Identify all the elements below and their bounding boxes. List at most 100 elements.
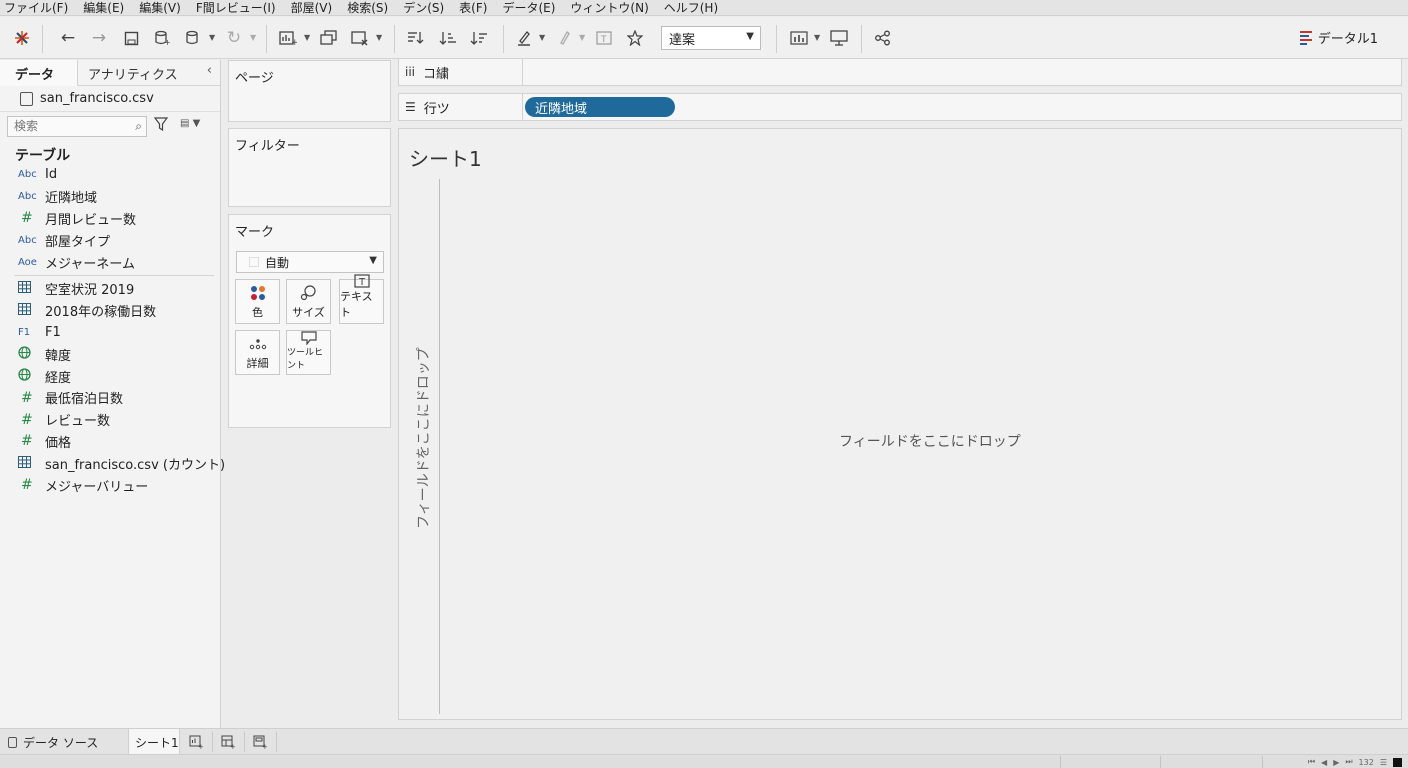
menu-review[interactable]: F間レビュー(I): [196, 1, 276, 15]
last-page-icon[interactable]: ⏭: [1345, 757, 1352, 767]
undo-icon[interactable]: ←: [57, 27, 79, 49]
tab-datasource[interactable]: データ ソース: [8, 729, 98, 755]
field-days-2018[interactable]: 2018年の稼働日数: [0, 300, 220, 322]
field-room-type[interactable]: Abc 部屋タイプ: [0, 229, 220, 251]
fix-axes-icon[interactable]: [624, 27, 646, 49]
datasource-icon: [1299, 30, 1312, 45]
svg-text:+: +: [262, 743, 267, 749]
sheet-title[interactable]: シート1: [409, 143, 482, 172]
view-options-icon[interactable]: ▤ ▼: [180, 118, 200, 129]
field-availability-2019[interactable]: 空室状況 2019: [0, 278, 220, 300]
filters-shelf[interactable]: フィルター: [228, 128, 391, 207]
chevron-down-icon[interactable]: ▼: [539, 33, 545, 42]
field-neighbourhood[interactable]: Abc 近隣地域: [0, 186, 220, 208]
field-measure-values[interactable]: # メジャーバリュー: [0, 474, 220, 496]
tooltip-button[interactable]: ツールヒント: [286, 330, 331, 375]
tab-analytics[interactable]: アナリティクス: [78, 60, 198, 86]
mark-type-dropdown[interactable]: 自動 ▼: [236, 251, 384, 273]
new-worksheet-icon[interactable]: +: [277, 27, 299, 49]
drop-field-center-text[interactable]: フィールドをここにドロップ: [839, 431, 1021, 451]
show-me-icon[interactable]: [788, 27, 810, 49]
new-datasource-icon[interactable]: +: [151, 27, 173, 49]
rows-pill[interactable]: 近隣地域: [525, 97, 675, 117]
clear-sheet-icon[interactable]: [349, 27, 371, 49]
filmstrip-icon[interactable]: [1393, 757, 1402, 767]
chevron-down-icon[interactable]: ▼: [304, 33, 310, 42]
datasource-indicator[interactable]: データル1: [1299, 28, 1378, 47]
save-icon[interactable]: [120, 27, 142, 49]
prev-page-icon[interactable]: ◀: [1321, 758, 1327, 767]
annotate-icon[interactable]: [553, 27, 575, 49]
tab-data[interactable]: データ: [0, 60, 78, 86]
sort-descending-icon[interactable]: [468, 27, 490, 49]
tableau-logo-icon[interactable]: [11, 27, 33, 49]
field-f1[interactable]: F1 F1: [0, 322, 220, 344]
first-page-icon[interactable]: ⏮: [1308, 757, 1315, 767]
sheet-list-icon[interactable]: ☰: [1380, 758, 1387, 767]
string-type-icon: Abc: [18, 234, 37, 246]
refresh-icon[interactable]: ↻: [223, 27, 245, 49]
presentation-icon[interactable]: [828, 27, 850, 49]
color-button[interactable]: 色: [235, 279, 280, 324]
menu-help[interactable]: ヘルフ(H): [664, 1, 718, 15]
chevron-down-icon[interactable]: ▼: [376, 33, 382, 42]
menu-window[interactable]: ウィントウ(N): [570, 1, 648, 15]
field-id[interactable]: Abc Id: [0, 164, 220, 186]
field-min-nights[interactable]: # 最低宿泊日数: [0, 387, 220, 409]
chevron-down-icon[interactable]: ▼: [814, 33, 820, 42]
field-price[interactable]: # 価格: [0, 431, 220, 453]
menu-data[interactable]: データ(E): [502, 1, 555, 15]
duplicate-sheet-icon[interactable]: [318, 27, 340, 49]
number-type-icon: #: [21, 411, 33, 428]
search-field[interactable]: ⌕: [7, 115, 147, 137]
worksheet-view[interactable]: シート1 フィールドをここにドロップ フィールドをここにドロップ: [398, 128, 1402, 720]
menu-edit[interactable]: 編集(E): [83, 1, 124, 15]
number-type-icon: #: [21, 389, 33, 406]
size-button[interactable]: サイズ: [286, 279, 331, 324]
filter-icon[interactable]: [153, 117, 169, 135]
new-worksheet-icon[interactable]: +: [188, 734, 204, 750]
rows-shelf[interactable]: ☰ 行ツ 近隣地域: [398, 93, 1402, 121]
field-latitude[interactable]: 韓度: [0, 343, 220, 365]
tab-sheet1[interactable]: シート1: [128, 729, 180, 755]
chevron-down-icon[interactable]: ▼: [579, 33, 585, 42]
field-longitude[interactable]: 経度: [0, 365, 220, 387]
fit-dropdown[interactable]: 達案 ▼: [661, 26, 761, 50]
highlight-icon[interactable]: [513, 27, 535, 49]
search-input[interactable]: [14, 119, 124, 133]
menu-table[interactable]: 表(F): [459, 1, 487, 15]
share-icon[interactable]: [872, 27, 894, 49]
toolbar-separator: [776, 25, 777, 53]
redo-icon[interactable]: →: [88, 27, 110, 49]
detail-button[interactable]: 詳細: [235, 330, 280, 375]
chevron-down-icon[interactable]: ▼: [250, 33, 256, 42]
menu-file[interactable]: ファイル(F): [4, 1, 68, 15]
label-icon[interactable]: T: [593, 27, 615, 49]
field-record-count[interactable]: san_francisco.csv (カウント): [0, 452, 225, 474]
new-dashboard-icon[interactable]: +: [220, 734, 236, 750]
search-icon[interactable]: ⌕: [135, 119, 142, 134]
menu-search[interactable]: 検索(S): [347, 1, 388, 15]
pause-updates-icon[interactable]: [182, 27, 204, 49]
field-review-count[interactable]: # レビュー数: [0, 409, 220, 431]
drop-field-rows-text: フィールドをここにドロップ: [416, 347, 432, 529]
collapse-pane-icon[interactable]: ‹: [207, 63, 212, 78]
text-button[interactable]: T テキスト: [339, 274, 384, 324]
next-page-icon[interactable]: ▶: [1333, 758, 1339, 767]
pages-shelf[interactable]: ページ: [228, 60, 391, 122]
new-story-icon[interactable]: +: [252, 734, 268, 750]
field-measure-names[interactable]: Aoe メジャーネーム: [0, 251, 220, 273]
columns-shelf[interactable]: iii コ繍: [398, 58, 1402, 86]
datasource-tab-label: データ ソース: [23, 735, 99, 750]
menu-den[interactable]: デン(S): [403, 1, 444, 15]
string-type-icon: Aoe: [18, 256, 37, 268]
menu-view[interactable]: 編集(V): [139, 1, 181, 15]
datasource-row[interactable]: san_francisco.csv: [0, 86, 220, 112]
rows-icon: ☰: [405, 100, 416, 114]
field-monthly-reviews[interactable]: # 月間レビュー数: [0, 208, 220, 230]
menu-room[interactable]: 部屋(V): [291, 1, 333, 15]
field-label: 月間レビュー数: [45, 212, 137, 228]
sort-ascending-icon[interactable]: [437, 27, 459, 49]
swap-rows-columns-icon[interactable]: [404, 27, 426, 49]
chevron-down-icon[interactable]: ▼: [209, 33, 215, 42]
